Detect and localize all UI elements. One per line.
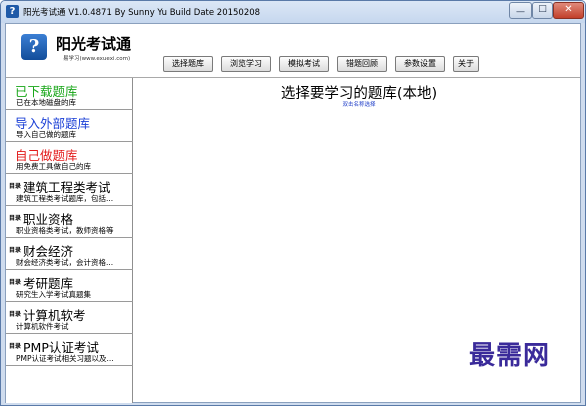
sidebar-item-make-own[interactable]: 自己做题库 用免费工具做自己的库 — [6, 142, 133, 174]
sidebar-item-desc: 财会经济类考试，会计资格... — [16, 258, 114, 267]
close-icon: ✕ — [564, 4, 573, 15]
folder-tag-icon: 目录 — [9, 279, 22, 286]
folder-tag-icon: 目录 — [9, 311, 22, 318]
sidebar-item-desc: PMP认证考试相关习题以及... — [16, 354, 114, 363]
folder-tag-icon: 目录 — [9, 343, 22, 350]
minimize-icon: — — [516, 7, 525, 17]
sidebar: 已下载题库 已在本地磁盘的库 导入外部题库 导入自己做的题库 自己做题库 用免费… — [6, 78, 133, 403]
about-button[interactable]: 关于 — [453, 56, 479, 72]
browse-study-button[interactable]: 浏览学习 — [221, 56, 271, 72]
app-window: ? 阳光考试通 V1.0.4871 By Sunny Yu Build Date… — [0, 0, 586, 406]
select-bank-button[interactable]: 选择题库 — [163, 56, 213, 72]
app-icon: ? — [6, 5, 19, 18]
close-button[interactable]: ✕ — [553, 2, 584, 19]
settings-button[interactable]: 参数设置 — [395, 56, 445, 72]
sidebar-item-professional[interactable]: 目录 职业资格 职业资格类考试，教师资格等 — [6, 206, 133, 238]
sidebar-item-import[interactable]: 导入外部题库 导入自己做的题库 — [6, 110, 133, 142]
app-name: 阳光考试通 — [56, 35, 132, 53]
folder-tag-icon: 目录 — [9, 247, 22, 254]
app-website: 易学习(www.exuexi.com) — [63, 56, 131, 62]
sidebar-item-desc: 建筑工程类考试题库，包括... — [16, 194, 114, 203]
review-mistakes-button[interactable]: 错题回顾 — [337, 56, 387, 72]
mock-exam-button[interactable]: 模拟考试 — [279, 56, 329, 72]
sidebar-item-computer[interactable]: 目录 计算机软考 计算机软件考试 — [6, 302, 133, 334]
maximize-button[interactable]: □ — [532, 2, 553, 19]
sidebar-item-desc: 职业资格类考试，教师资格等 — [16, 226, 114, 235]
sidebar-item-desc: 研究生入学考试真题集 — [16, 290, 91, 299]
sidebar-item-desc: 用免费工具做自己的库 — [16, 162, 91, 171]
sidebar-item-pmp[interactable]: 目录 PMP认证考试 PMP认证考试相关习题以及... — [6, 334, 133, 366]
folder-tag-icon: 目录 — [9, 215, 22, 222]
title-bar[interactable]: ? 阳光考试通 V1.0.4871 By Sunny Yu Build Date… — [1, 1, 585, 23]
sidebar-item-construction[interactable]: 目录 建筑工程类考试 建筑工程类考试题库，包括... — [6, 174, 133, 206]
app-logo-icon: ? — [21, 34, 47, 60]
maximize-icon: □ — [538, 4, 547, 14]
sidebar-item-finance[interactable]: 目录 财会经济 财会经济类考试，会计资格... — [6, 238, 133, 270]
sidebar-item-desc: 已在本地磁盘的库 — [16, 98, 76, 107]
main-hint: 双击名称选择 — [342, 102, 376, 108]
folder-tag-icon: 目录 — [9, 183, 22, 190]
window-title: 阳光考试通 V1.0.4871 By Sunny Yu Build Date 2… — [23, 8, 261, 18]
app-header: ? 阳光考试通 易学习(www.exuexi.com) 选择题库 浏览学习 模拟… — [6, 24, 580, 77]
minimize-button[interactable]: — — [509, 2, 532, 19]
sidebar-item-downloaded[interactable]: 已下载题库 已在本地磁盘的库 — [6, 78, 133, 110]
watermark: 最需网 — [469, 341, 551, 371]
sidebar-item-postgrad[interactable]: 目录 考研题库 研究生入学考试真题集 — [6, 270, 133, 302]
sidebar-item-desc: 计算机软件考试 — [16, 322, 69, 331]
sidebar-item-desc: 导入自己做的题库 — [16, 130, 76, 139]
